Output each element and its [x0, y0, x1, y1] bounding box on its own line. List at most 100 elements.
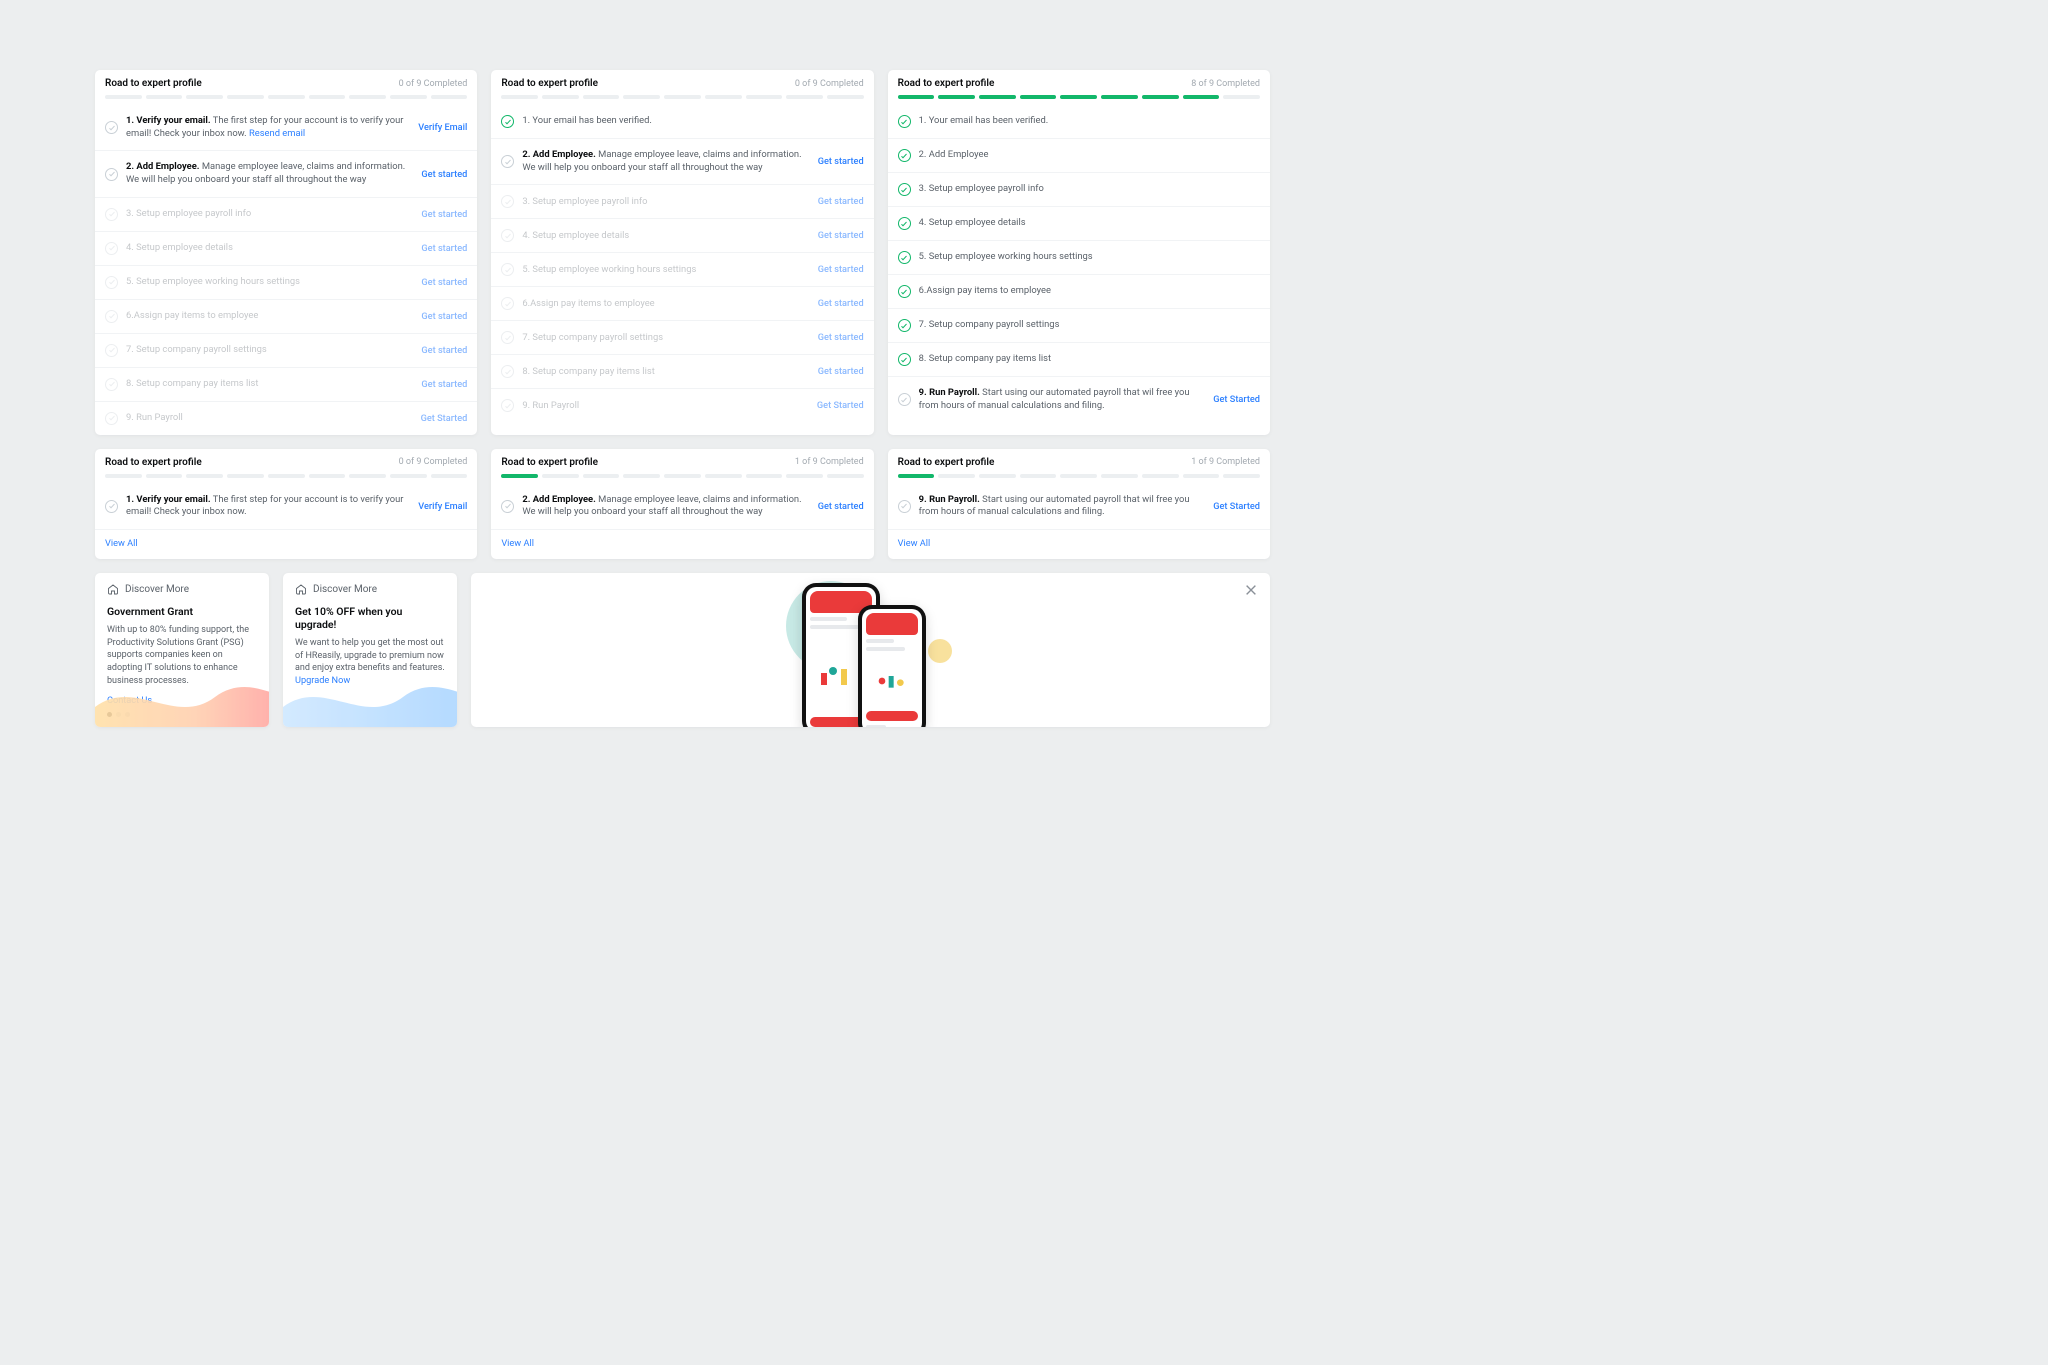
step-text: 6.Assign pay items to employee — [522, 298, 809, 311]
check-circle-icon — [898, 393, 911, 406]
check-circle-icon — [105, 344, 118, 357]
step-text: 5. Setup employee working hours settings — [522, 264, 809, 277]
step-cta[interactable]: Get started — [818, 298, 864, 309]
progress-bar — [95, 95, 477, 105]
check-circle-icon — [105, 412, 118, 425]
road-to-expert-mini-card: Road to expert profile1 of 9 Completed2.… — [491, 449, 873, 559]
progress-bar — [491, 95, 873, 105]
progress-bar — [888, 95, 1270, 105]
step-text: 4. Setup employee details — [522, 230, 809, 243]
discover-header: Discover More — [295, 583, 445, 595]
step-cta[interactable]: Get started — [421, 345, 467, 356]
house-icon — [295, 583, 307, 595]
step-cta[interactable]: Get started — [818, 196, 864, 207]
discover-card: Discover More Get 10% OFF when you upgrad… — [283, 573, 457, 727]
check-circle-icon — [501, 115, 514, 128]
phone-illustration — [796, 587, 946, 717]
step-cta[interactable]: Get Started — [421, 413, 468, 424]
step-cta[interactable]: Get started — [818, 230, 864, 241]
road-to-expert-card: Road to expert profile 0 of 9 Completed 1.… — [95, 70, 477, 435]
step-row: 1. Verify your email. The first step for… — [95, 105, 477, 150]
step-row: 1. Your email has been verified. — [491, 105, 873, 138]
step-text: 1. Your email has been verified. — [522, 115, 863, 128]
view-all-link[interactable]: View All — [898, 538, 931, 549]
step-cta[interactable]: Get started — [818, 332, 864, 343]
progress-bar — [888, 474, 1270, 484]
step-row: 9. Run Payroll Get Started — [95, 401, 477, 435]
discover-header: Discover More — [107, 583, 257, 595]
step-text: 9. Run Payroll — [126, 412, 413, 425]
step-row: 2. Add Employee. Manage employee leave, … — [491, 484, 873, 529]
carousel-dots[interactable] — [107, 712, 130, 717]
step-text: 5. Setup employee working hours settings — [919, 251, 1260, 264]
check-circle-icon — [501, 365, 514, 378]
step-cta[interactable]: Get started — [421, 169, 467, 180]
step-cta[interactable]: Get started — [818, 366, 864, 377]
completed-count: 0 of 9 Completed — [399, 79, 468, 89]
step-row: 1. Verify your email. The first step for… — [95, 484, 477, 529]
discover-link[interactable]: Upgrade Now — [295, 675, 350, 686]
step-text: 7. Setup company payroll settings — [126, 344, 413, 357]
check-circle-icon — [105, 276, 118, 289]
step-row: 6.Assign pay items to employee — [888, 274, 1270, 308]
road-to-expert-card: Road to expert profile8 of 9 Completed1.… — [888, 70, 1270, 435]
step-cta[interactable]: Get Started — [1213, 501, 1260, 512]
step-row: 3. Setup employee payroll infoGet starte… — [491, 184, 873, 218]
step-row: 8. Setup company pay items listGet start… — [95, 367, 477, 401]
step-row: 4. Setup employee detailsGet started — [95, 231, 477, 265]
step-cta[interactable]: Get started — [421, 277, 467, 288]
card-title: Road to expert profile — [501, 78, 598, 89]
step-cta[interactable]: Verify Email — [418, 501, 467, 512]
step-cta[interactable]: Get started — [421, 209, 467, 220]
step-text: 1. Verify your email. The first step for… — [126, 494, 410, 519]
check-circle-icon — [501, 195, 514, 208]
check-circle-icon — [501, 155, 514, 168]
card-title: Road to expert profile — [105, 78, 202, 89]
check-circle-icon — [105, 310, 118, 323]
view-all-link[interactable]: View All — [105, 538, 138, 549]
check-circle-icon — [898, 183, 911, 196]
step-row: 3. Setup employee payroll info — [888, 172, 1270, 206]
road-to-expert-mini-card: Road to expert profile1 of 9 Completed9.… — [888, 449, 1270, 559]
check-circle-icon — [501, 331, 514, 344]
discover-title: Get 10% OFF when you upgrade! — [295, 605, 445, 631]
step-row: 9. Run Payroll. Start using our automate… — [888, 376, 1270, 422]
check-circle-icon — [898, 353, 911, 366]
step-text: 7. Setup company payroll settings — [919, 319, 1260, 332]
step-cta[interactable]: Get started — [421, 243, 467, 254]
discover-body: We want to help you get the most out of … — [295, 637, 445, 688]
step-cta[interactable]: Get Started — [1213, 394, 1260, 405]
view-all-link[interactable]: View All — [501, 538, 534, 549]
progress-bar — [491, 474, 873, 484]
step-row: 7. Setup company payroll settingsGet sta… — [491, 320, 873, 354]
step-cta[interactable]: Get started — [818, 264, 864, 275]
check-circle-icon — [898, 251, 911, 264]
road-to-expert-card: Road to expert profile0 of 9 Completed1.… — [491, 70, 873, 435]
step-cta[interactable]: Get Started — [817, 400, 864, 411]
step-text: 2. Add Employee. Manage employee leave, … — [522, 149, 809, 174]
check-circle-icon — [898, 115, 911, 128]
card-title: Road to expert profile — [105, 457, 202, 468]
step-row: 7. Setup company payroll settings — [888, 308, 1270, 342]
discover-link[interactable]: Contact Us — [107, 695, 257, 706]
step-text: 6.Assign pay items to employee — [126, 310, 413, 323]
close-icon[interactable] — [1244, 583, 1258, 597]
step-cta[interactable]: Get started — [818, 501, 864, 512]
step-text: 3. Setup employee payroll info — [126, 208, 413, 221]
resend-email-link[interactable]: Resend email — [249, 128, 305, 139]
step-cta[interactable]: Get started — [421, 379, 467, 390]
step-text: 6.Assign pay items to employee — [919, 285, 1260, 298]
step-cta[interactable]: Get started — [818, 156, 864, 167]
step-row: 5. Setup employee working hours settings… — [491, 252, 873, 286]
step-cta[interactable]: Verify Email — [418, 122, 467, 133]
check-circle-icon — [898, 319, 911, 332]
step-row: 7. Setup company payroll settings Get sta… — [95, 333, 477, 367]
check-circle-icon — [105, 500, 118, 513]
step-cta[interactable]: Get started — [421, 311, 467, 322]
check-circle-icon — [105, 168, 118, 181]
step-row: 9. Run PayrollGet Started — [491, 388, 873, 422]
check-circle-icon — [898, 149, 911, 162]
check-circle-icon — [501, 500, 514, 513]
step-text: 1. Verify your email. The first step for… — [126, 115, 410, 140]
house-icon — [107, 583, 119, 595]
